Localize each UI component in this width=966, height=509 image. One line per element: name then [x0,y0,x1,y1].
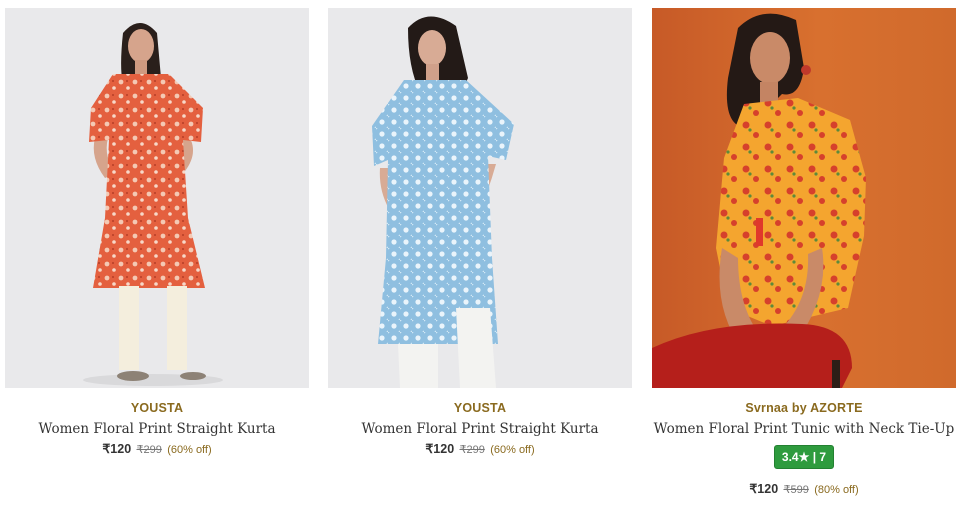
product-title[interactable]: Women Floral Print Straight Kurta [5,421,309,437]
product-brand[interactable]: Svrnaa by AZORTE [652,401,956,415]
product-price: ₹120 [749,482,779,496]
product-title[interactable]: Women Floral Print Straight Kurta [328,421,632,437]
product-discount: (60% off) [490,444,535,456]
product-discount: (80% off) [814,484,859,496]
product-mrp: ₹299 [136,444,162,456]
product-mrp: ₹599 [783,484,809,496]
product-card[interactable]: Svrnaa by AZORTE Women Floral Print Tuni… [652,0,956,496]
rating-badge[interactable]: 3.4★ | 7 [773,445,835,469]
orange-floral-kurta-image [83,23,223,386]
product-mrp: ₹299 [459,444,485,456]
blue-floral-kurta-image [372,16,514,388]
price-row: ₹120 ₹599 (80% off) [652,481,956,496]
product-card[interactable]: YOUSTA Women Floral Print Straight Kurta… [5,0,309,456]
product-image[interactable] [652,8,956,388]
product-brand[interactable]: YOUSTA [328,401,632,415]
price-row: ₹120 ₹299 (60% off) [328,441,632,456]
product-image[interactable] [328,8,632,388]
product-discount: (60% off) [167,444,212,456]
yellow-floral-tunic-image [652,13,866,388]
product-price: ₹120 [425,442,455,456]
product-price: ₹120 [102,442,132,456]
product-title[interactable]: Women Floral Print Tunic with Neck Tie-U… [652,421,956,437]
product-image[interactable] [5,8,309,388]
product-brand[interactable]: YOUSTA [5,401,309,415]
product-card[interactable]: YOUSTA Women Floral Print Straight Kurta… [328,0,632,456]
price-row: ₹120 ₹299 (60% off) [5,441,309,456]
